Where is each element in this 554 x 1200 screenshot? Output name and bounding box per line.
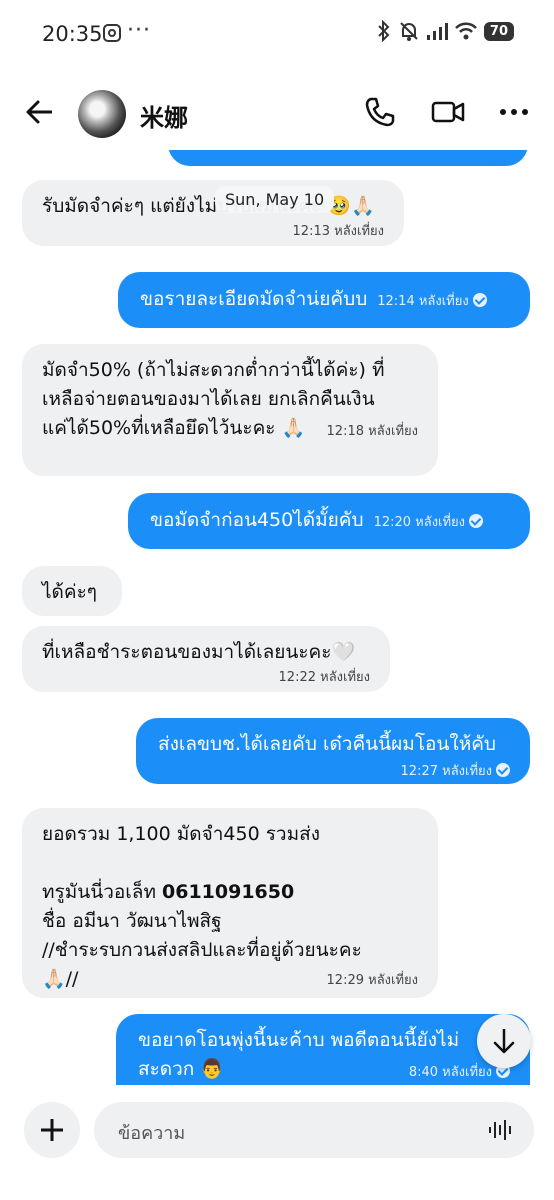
message-time: 12:13 หลังเที่ยง [292,224,384,239]
back-arrow-icon[interactable] [22,94,58,130]
message-line: //ชำระรบกวนส่งสลิปและที่อยู่ด้วยนะคะ [42,939,362,961]
message-line: มัดจำ50% (ถ้าไม่สะดวกต่ำกว่านี้ได้ค่ะ) ท… [42,359,385,381]
message-bubble-outgoing[interactable]: ขอรายละเอียดมัดจำน่ยคับบ 12:14 หลังเที่ยง [118,272,530,328]
instagram-icon [103,24,121,42]
contact-name[interactable]: 米娜 [140,98,188,133]
add-attachment-button[interactable] [24,1102,80,1158]
wifi-icon [455,22,477,40]
phone-number: 0611091650 [162,881,295,903]
message-time: 12:20 หลังเที่ยง [373,515,466,530]
message-time: 12:29 หลังเที่ยง [326,973,418,988]
mute-bell-icon [400,22,418,41]
message-time: 12:14 หลังเที่ยง [377,294,469,309]
message-line: ยอดรวม 1,100 มัดจำ450 รวมส่ง [42,823,320,845]
message-text: ขอรายละเอียดมัดจำน่ยคับบ [140,288,368,310]
bluetooth-icon [378,20,390,42]
contact-avatar[interactable] [78,90,126,138]
message-time: 12:27 หลังเที่ยง [400,764,492,779]
read-check-icon [469,514,484,528]
battery-indicator: 70 [483,21,514,41]
message-line: ชื่อ อมีนา วัฒนาไพสิฐ [42,910,222,932]
message-list[interactable]: รับมัดจำค่ะๆ แต่ยังไม่ปรับผมนะคะ 🥹🙏🏻 12:… [0,150,554,1085]
message-bubble-incoming[interactable]: ยอดรวม 1,100 มัดจำ450 รวมส่ง ทรูมันนี่วอ… [22,808,438,998]
more-options-icon[interactable] [496,94,532,130]
arrow-down-icon [493,1029,515,1054]
message-bubble-outgoing[interactable]: ขอยาดโอนพุ่งนี้นะค้าบ พอดีตอนนี้ยังไม่ ส… [116,1014,530,1085]
composer-bar: ข้อความ [0,1090,554,1180]
more-notifications-icon: ··· [127,18,151,43]
signal-icon [426,23,448,40]
message-time: 8:40 หลังเที่ยง [408,1065,492,1080]
message-bubble-incoming[interactable]: รับมัดจำค่ะๆ แต่ยังไม่ปรับผมนะคะ 🥹🙏🏻 12:… [22,180,404,246]
message-text: ที่เหลือชำระตอนของมาได้เลยนะคะ🤍 [42,641,356,663]
voice-message-icon[interactable] [488,1118,514,1142]
message-text: ขอมัดจำก่อน450ได้มั้ยคับ [150,509,364,531]
message-line: เหลือจ่ายตอนของมาได้เลย ยกเลิกคืนเงิน [42,388,375,410]
message-bubble-incoming[interactable]: ได้ค่ะๆ [22,566,122,616]
message-bubble-outgoing[interactable]: ขอมัดจำก่อน450ได้มั้ยคับ 12:20 หลังเที่ยง [128,493,530,549]
read-check-icon [472,293,487,307]
phone-call-icon[interactable] [362,94,398,130]
message-text: ได้ค่ะๆ [42,581,98,603]
message-bubble-outgoing-partial[interactable] [168,150,528,166]
status-icons: 70 [376,20,514,42]
message-line: ทรูมันนี่วอเล็ท 0611091650 [42,878,418,907]
status-time: 20:35 [42,22,103,46]
scroll-to-bottom-button[interactable] [477,1014,531,1068]
date-chip: Sun, May 10 [215,186,335,213]
message-bubble-outgoing[interactable]: ส่งเลขบช.ได้เลยคับ เด๋วคืนนี้ผมโอนให้คับ… [136,718,530,784]
message-input[interactable]: ข้อความ [94,1102,534,1158]
status-bar: 20:35 ··· 70 [0,0,554,70]
message-text: ส่งเลขบช.ได้เลยคับ เด๋วคืนนี้ผมโอนให้คับ [158,733,496,755]
wallet-label: ทรูมันนี่วอเล็ท [42,881,163,903]
message-time: 12:22 หลังเที่ยง [278,670,370,685]
chat-header: 米娜 [0,72,554,152]
message-time-row: 12:27 หลังเที่ยง [158,761,510,781]
system-nav-bar [0,1180,554,1200]
read-check-icon [496,763,510,777]
message-bubble-incoming[interactable]: มัดจำ50% (ถ้าไม่สะดวกต่ำกว่านี้ได้ค่ะ) ท… [22,344,438,476]
message-line: ขอยาดโอนพุ่งนี้นะค้าบ พอดีตอนนี้ยังไม่ [138,1029,460,1051]
message-input-placeholder: ข้อความ [118,1123,186,1144]
plus-icon [41,1119,63,1141]
video-call-icon[interactable] [430,94,466,130]
message-bubble-incoming[interactable]: ที่เหลือชำระตอนของมาได้เลยนะคะ🤍 12:22 หล… [22,626,390,692]
